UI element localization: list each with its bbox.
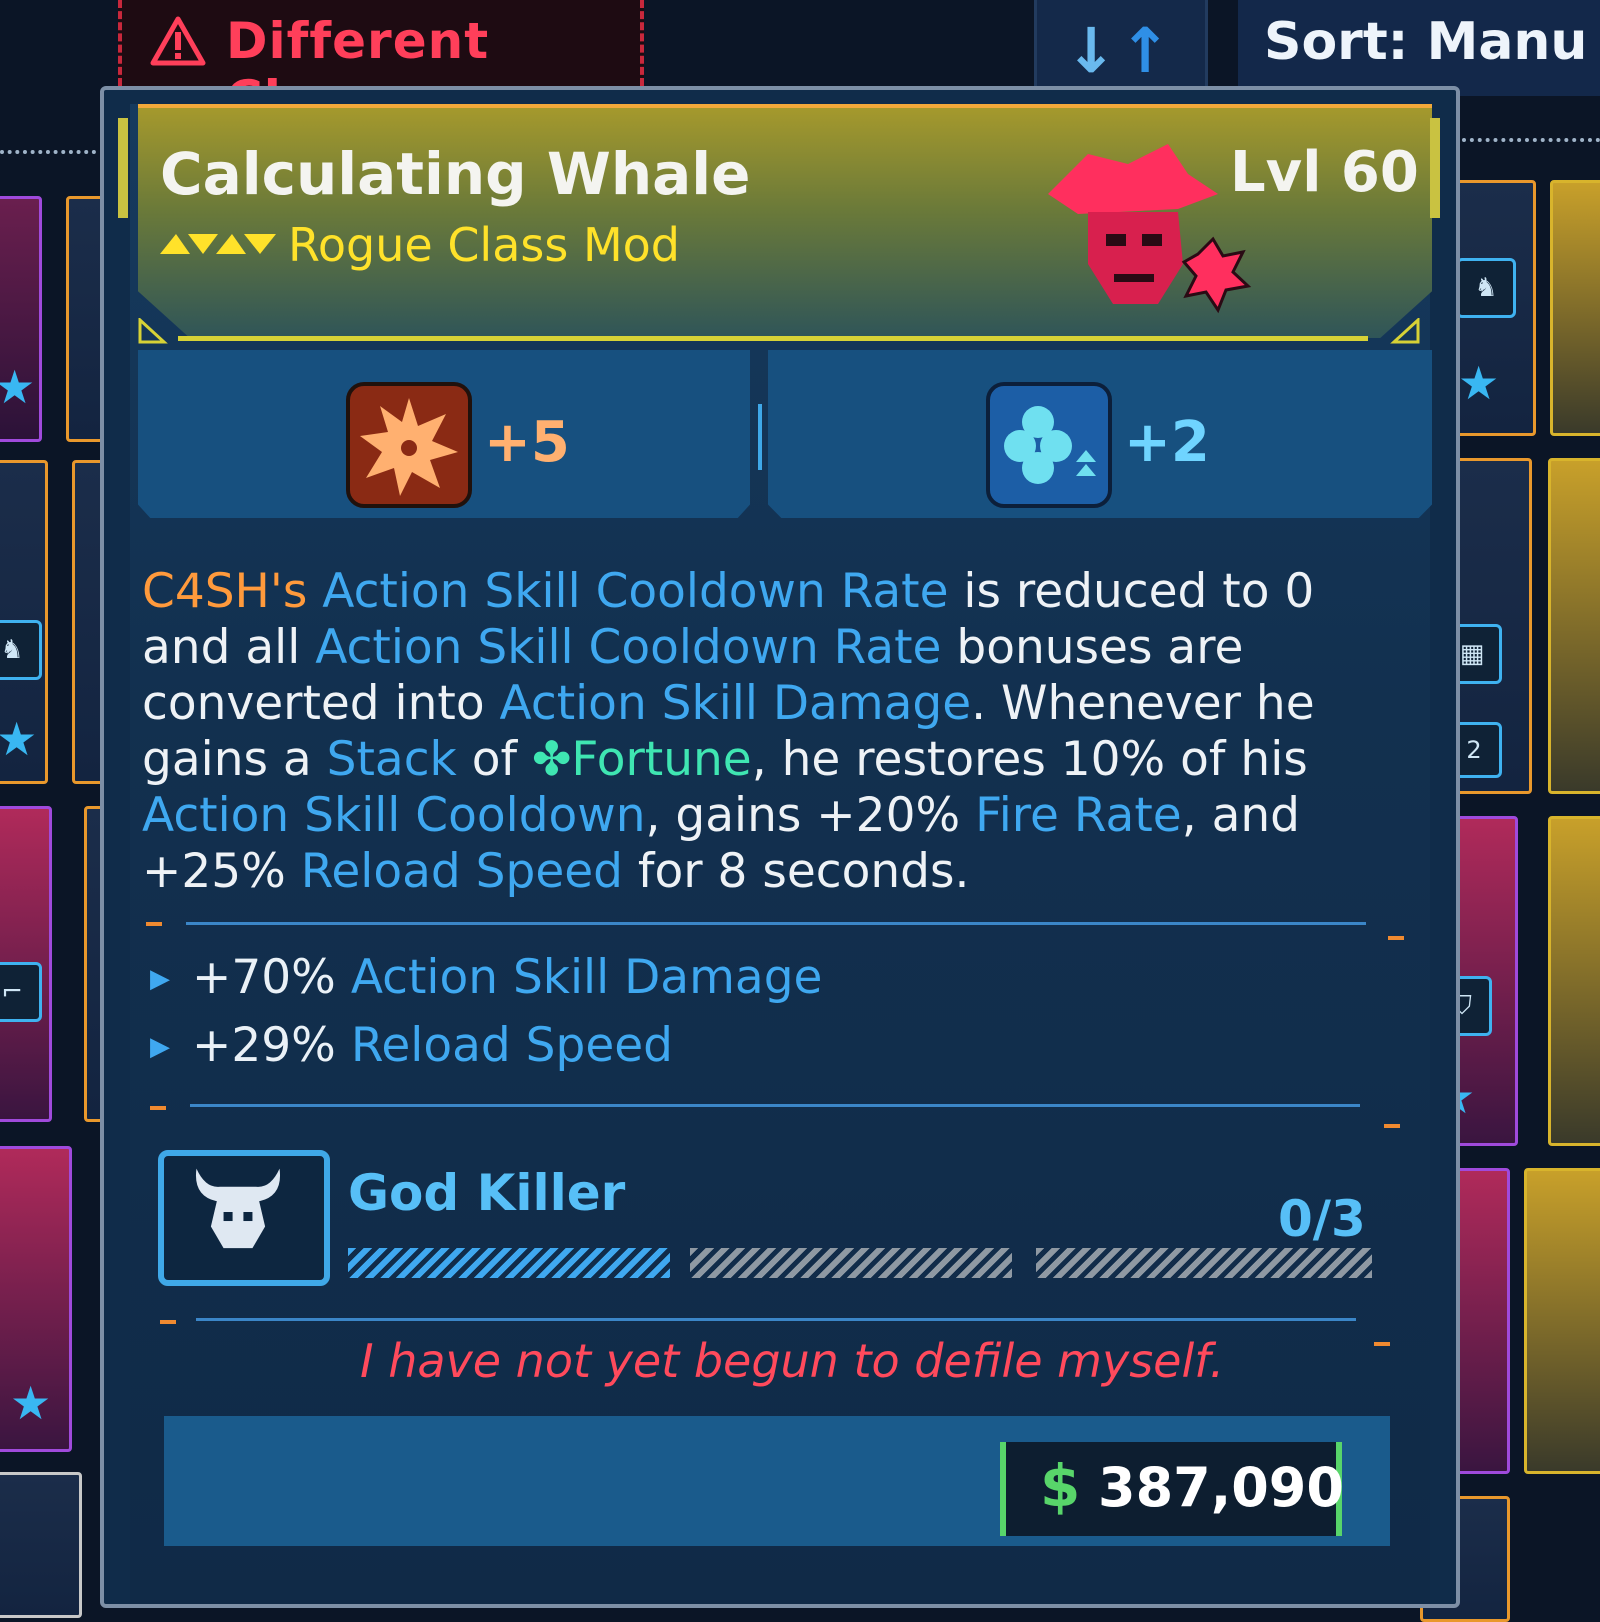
skill-bonus-value: +5 [484, 410, 570, 475]
separator [196, 1318, 1356, 1321]
item-level: Lvl 60 [1230, 140, 1419, 205]
header-edge [1430, 118, 1440, 218]
weapon-icon: ⌐ [0, 962, 42, 1022]
description-text: for 8 seconds. [622, 844, 970, 899]
character-name: C4SH's [142, 564, 308, 619]
challenge-progress-segment [690, 1248, 1012, 1278]
description-text: of [456, 732, 532, 787]
separator [186, 922, 1366, 925]
arrow-down-icon: ↓ [1065, 14, 1117, 87]
separator-dash [146, 922, 162, 926]
money-icon: $ [1040, 1452, 1081, 1520]
stat-line: ▶ +70% Action Skill Damage [150, 950, 822, 1005]
corner-triangle-icon [138, 318, 168, 344]
horned-skull-icon [195, 1168, 281, 1249]
price-value: 387,090 [1098, 1456, 1344, 1519]
separator-dash [1388, 936, 1404, 940]
price-bar: $ 387,090 [164, 1416, 1390, 1546]
divider-dots [1462, 138, 1600, 146]
stat-value: +70% [192, 950, 336, 1005]
fortune-clover-icon: ✤ [531, 732, 572, 787]
separator-dash [1384, 1124, 1400, 1128]
keyword[interactable]: Stack [327, 732, 457, 787]
favorite-star-icon: ★ [10, 1376, 52, 1430]
class-mod-icon: ♞ [1456, 258, 1516, 318]
skill-bonus-value: +2 [1124, 410, 1210, 475]
skill-divider [758, 404, 762, 470]
bullet-triangle-icon: ▶ [150, 964, 170, 994]
sort-direction-button[interactable]: ↓ ↑ [1034, 0, 1208, 96]
keyword[interactable]: Action Skill Cooldown Rate [322, 564, 948, 619]
favorite-star-icon: ★ [1458, 356, 1500, 410]
item-name: Calculating Whale [160, 140, 751, 208]
inventory-slot[interactable] [1550, 180, 1600, 436]
stat-name: Reload Speed [350, 1018, 673, 1073]
keyword[interactable]: Action Skill Cooldown [142, 788, 646, 843]
separator-dash [150, 1106, 166, 1110]
sort-dropdown[interactable]: Sort: Manu [1238, 0, 1600, 96]
inventory-slot[interactable] [1548, 458, 1600, 794]
keyword[interactable]: Reload Speed [301, 844, 623, 899]
header-edge [118, 118, 128, 218]
item-tooltip-card: Calculating Whale Rogue Class Mod Lvl 60 [100, 86, 1460, 1608]
keyword[interactable]: Action Skill Damage [500, 676, 972, 731]
separator [190, 1104, 1360, 1107]
divider-dots [0, 150, 96, 158]
skill-bonus-row: +5 +2 [138, 350, 1432, 520]
warning-icon [150, 16, 206, 66]
bullet-triangle-icon: ▶ [150, 1032, 170, 1062]
header-rarity-line [178, 336, 1368, 341]
stat-value: +29% [192, 1018, 336, 1073]
stat-line: ▶ +29% Reload Speed [150, 1018, 673, 1073]
favorite-star-icon: ★ [0, 712, 38, 766]
description-text: , he restores 10% of his [751, 732, 1308, 787]
challenge-name: God Killer [348, 1164, 626, 1222]
keyword[interactable]: Action Skill Cooldown Rate [315, 620, 941, 675]
keyword[interactable]: Fortune [571, 732, 751, 787]
fire-burst-skill-icon[interactable] [346, 382, 472, 508]
separator-dash [1374, 1342, 1390, 1346]
inventory-slot[interactable] [0, 1472, 82, 1618]
item-type: Rogue Class Mod [288, 218, 680, 272]
class-mod-icon: ♞ [0, 620, 42, 680]
fortune-clover-skill-icon[interactable] [986, 382, 1112, 508]
stat-name: Action Skill Damage [350, 950, 823, 1005]
challenge-progress-segment [348, 1248, 670, 1278]
item-header: Calculating Whale Rogue Class Mod Lvl 60 [138, 104, 1432, 338]
description-text: , gains +20% [645, 788, 976, 843]
favorite-star-icon: ★ [0, 360, 36, 414]
challenge-progress: 0/3 [1278, 1190, 1366, 1248]
inventory-slot[interactable] [1548, 816, 1600, 1146]
challenge-progress-segment [1036, 1248, 1372, 1278]
arrow-up-icon: ↑ [1119, 14, 1171, 87]
item-description: C4SH's Action Skill Cooldown Rate is red… [142, 564, 1402, 900]
rogue-skull-icon [1048, 144, 1252, 314]
keyword[interactable]: Fire Rate [975, 788, 1182, 843]
sort-label: Sort: Manu [1264, 12, 1588, 72]
inventory-slot[interactable] [1524, 1168, 1600, 1474]
rarity-chevrons-icon [160, 234, 276, 254]
separator-dash [160, 1320, 176, 1324]
header-accent-line [138, 104, 1432, 108]
class-warning-banner: Different Class [118, 0, 644, 128]
price-box: $ 387,090 [1000, 1442, 1344, 1536]
challenge-icon-frame[interactable] [158, 1150, 330, 1286]
flavor-text: I have not yet begun to defile myself. [360, 1334, 1225, 1388]
corner-triangle-icon [1390, 318, 1420, 344]
